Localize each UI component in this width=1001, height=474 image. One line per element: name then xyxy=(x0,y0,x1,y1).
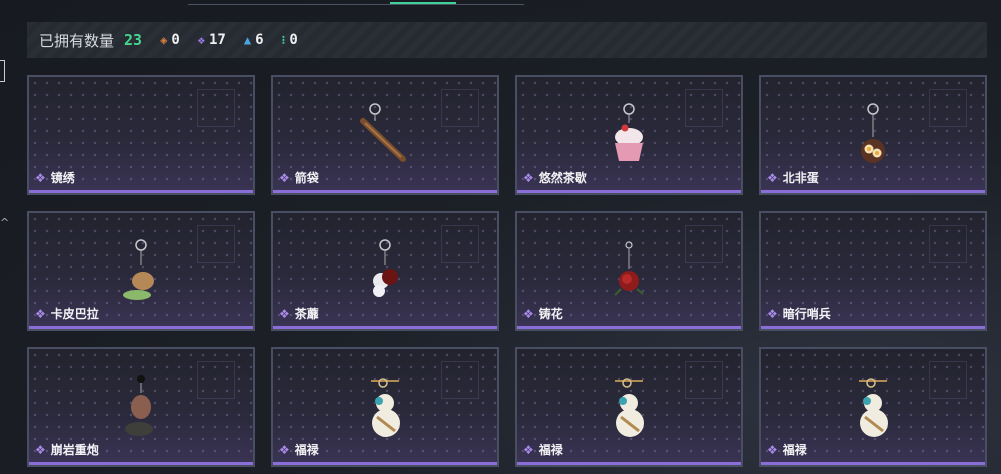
charm-card[interactable]: ❖ 镜绣 xyxy=(27,75,255,195)
card-name: 箭袋 xyxy=(294,171,319,185)
card-name: 暗行哨兵 xyxy=(782,307,831,321)
rarity-bar xyxy=(761,462,985,465)
orange-diamond-icon: ◈ xyxy=(160,33,168,47)
rarity-bar xyxy=(517,190,741,193)
card-label: ❖ 福禄 xyxy=(523,441,563,458)
card-name: 茶蘼 xyxy=(294,307,319,321)
card-label: ❖ 镜绣 xyxy=(35,169,75,186)
rarity-bar xyxy=(761,326,985,329)
rarity-bar xyxy=(29,326,253,329)
rarity-diamond-icon: ❖ xyxy=(767,170,778,185)
gourd-charm-icon xyxy=(615,378,644,437)
top-tab-bar xyxy=(0,0,1001,8)
charm-grid: ❖ 镜绣 ❖ 箭袋 ❖ 悠然茶歇 ❖ 北非蛋 ❖ 卡皮巴拉 ❖ 茶蘼 ❖ 铸花 … xyxy=(27,75,987,467)
charm-card[interactable]: ❖ 崩岩重炮 xyxy=(27,347,255,467)
stat-value: 6 xyxy=(255,32,264,48)
stat-green: ⁝ 0 xyxy=(282,32,298,48)
gourd-charm-icon xyxy=(371,378,400,437)
rarity-diamond-icon: ❖ xyxy=(279,306,290,321)
rarity-bar xyxy=(273,462,497,465)
side-panel-handle[interactable] xyxy=(0,60,5,82)
rarity-bar xyxy=(517,326,741,329)
rarity-diamond-icon: ❖ xyxy=(279,442,290,457)
stat-blue: ▲ 6 xyxy=(244,32,264,48)
rarity-bar xyxy=(517,462,741,465)
rarity-bar xyxy=(273,190,497,193)
stat-orange: ◈ 0 xyxy=(160,32,180,48)
rarity-diamond-icon: ❖ xyxy=(523,442,534,457)
chevron-up-icon[interactable]: ^ xyxy=(0,216,9,229)
rock-cannon-charm-icon xyxy=(125,375,153,436)
charm-card[interactable]: ❖ 福禄 xyxy=(515,347,743,467)
card-name: 悠然茶歇 xyxy=(538,171,587,185)
charm-card[interactable]: ❖ 北非蛋 xyxy=(759,75,987,195)
card-name: 北非蛋 xyxy=(782,171,819,185)
tab-strip[interactable] xyxy=(188,0,524,5)
card-label: ❖ 福禄 xyxy=(279,441,319,458)
rarity-diamond-icon: ❖ xyxy=(35,170,46,185)
card-label: ❖ 北非蛋 xyxy=(767,169,819,186)
card-label: ❖ 暗行哨兵 xyxy=(767,305,831,322)
rarity-diamond-icon: ❖ xyxy=(523,306,534,321)
gourd-charm-icon xyxy=(859,378,888,437)
stat-value: 0 xyxy=(289,32,298,48)
card-name: 镜绣 xyxy=(50,171,75,185)
cupcake-charm-icon xyxy=(615,103,643,161)
charm-card[interactable]: ❖ 福禄 xyxy=(759,347,987,467)
card-name: 崩岩重炮 xyxy=(50,443,99,457)
card-name: 福禄 xyxy=(782,443,807,457)
rarity-diamond-icon: ❖ xyxy=(523,170,534,185)
charm-card[interactable]: ❖ 暗行哨兵 xyxy=(759,211,987,331)
charm-card[interactable]: ❖ 悠然茶歇 xyxy=(515,75,743,195)
card-label: ❖ 卡皮巴拉 xyxy=(35,305,99,322)
rarity-bar xyxy=(273,326,497,329)
rarity-bar xyxy=(29,190,253,193)
charm-card[interactable]: ❖ 茶蘼 xyxy=(271,211,499,331)
rarity-diamond-icon: ❖ xyxy=(35,306,46,321)
card-label: ❖ 茶蘼 xyxy=(279,305,319,322)
card-label: ❖ 铸花 xyxy=(523,305,563,322)
charm-card[interactable]: ❖ 福禄 xyxy=(271,347,499,467)
stat-value: 17 xyxy=(208,32,226,48)
rarity-diamond-icon: ❖ xyxy=(279,170,290,185)
blue-triangle-icon: ▲ xyxy=(243,33,252,47)
rarity-diamond-icon: ❖ xyxy=(767,442,778,457)
purple-diamond-icon: ❖ xyxy=(197,33,205,47)
card-name: 福禄 xyxy=(538,443,563,457)
ownership-stats-bar: 已拥有数量 23 ◈ 0 ❖ 17 ▲ 6 ⁝ 0 xyxy=(27,22,987,58)
rarity-bar xyxy=(29,462,253,465)
owned-count-label: 已拥有数量 xyxy=(39,31,115,50)
rarity-diamond-icon: ❖ xyxy=(35,442,46,457)
charm-card[interactable]: ❖ 铸花 xyxy=(515,211,743,331)
charm-card[interactable]: ❖ 箭袋 xyxy=(271,75,499,195)
stat-purple: ❖ 17 xyxy=(198,32,226,48)
card-label: ❖ 箭袋 xyxy=(279,169,319,186)
stat-value: 0 xyxy=(171,32,180,48)
egg-dish-charm-icon xyxy=(861,103,885,163)
owned-count-value: 23 xyxy=(124,31,143,49)
card-name: 福禄 xyxy=(294,443,319,457)
flower-charm-icon xyxy=(373,239,398,297)
capybara-charm-icon xyxy=(123,239,154,300)
card-label: ❖ 崩岩重炮 xyxy=(35,441,99,458)
card-name: 铸花 xyxy=(538,307,563,321)
active-tab-indicator xyxy=(390,2,456,4)
rose-charm-icon xyxy=(614,241,644,296)
rarity-bar xyxy=(761,190,985,193)
card-label: ❖ 福禄 xyxy=(767,441,807,458)
charm-card[interactable]: ❖ 卡皮巴拉 xyxy=(27,211,255,331)
quiver-charm-icon xyxy=(360,103,406,162)
rarity-diamond-icon: ❖ xyxy=(767,306,778,321)
green-dots-icon: ⁝ xyxy=(281,33,286,47)
card-label: ❖ 悠然茶歇 xyxy=(523,169,587,186)
card-name: 卡皮巴拉 xyxy=(50,307,99,321)
